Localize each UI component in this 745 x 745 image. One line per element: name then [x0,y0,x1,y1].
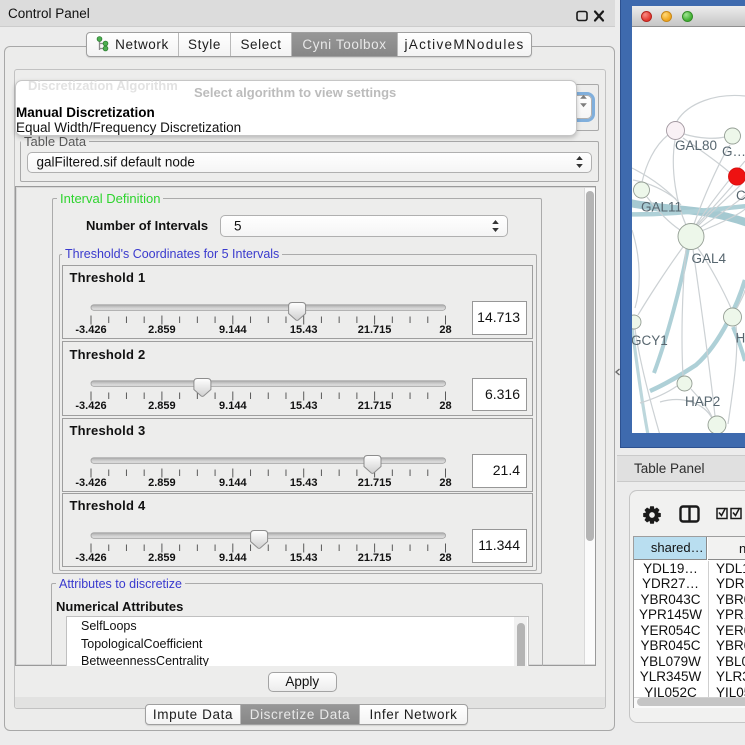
svg-text:28: 28 [439,552,451,564]
svg-text:9.144: 9.144 [219,324,247,336]
svg-text:21.715: 21.715 [357,324,391,336]
svg-text:H: H [736,331,745,346]
svg-text:-3.426: -3.426 [75,477,106,489]
svg-text:15.43: 15.43 [289,477,317,489]
svg-text:2.859: 2.859 [148,477,176,489]
svg-text:GCY1: GCY1 [632,333,668,348]
svg-text:HAP2: HAP2 [685,394,720,409]
svg-text:15.43: 15.43 [289,324,317,336]
svg-text:GAL11: GAL11 [641,200,682,215]
svg-text:21.715: 21.715 [357,552,391,564]
svg-text:-3.426: -3.426 [75,552,106,564]
svg-text:2.859: 2.859 [148,552,176,564]
svg-text:28: 28 [439,477,451,489]
svg-text:G…: G… [722,144,745,159]
svg-text:C…: C… [736,188,745,203]
svg-text:9.144: 9.144 [219,477,247,489]
svg-text:28: 28 [439,324,451,336]
svg-text:GAL4: GAL4 [692,251,727,266]
svg-text:2.859: 2.859 [148,324,176,336]
svg-text:21.715: 21.715 [357,400,391,412]
svg-text:-3.426: -3.426 [75,400,106,412]
svg-text:9.144: 9.144 [219,552,247,564]
svg-text:2.859: 2.859 [148,400,176,412]
svg-text:9.144: 9.144 [219,400,247,412]
svg-text:GAL80: GAL80 [675,138,717,153]
svg-text:15.43: 15.43 [289,552,317,564]
svg-text:28: 28 [439,400,451,412]
svg-text:21.715: 21.715 [357,477,391,489]
svg-text:15.43: 15.43 [289,400,317,412]
svg-text:-3.426: -3.426 [75,324,106,336]
